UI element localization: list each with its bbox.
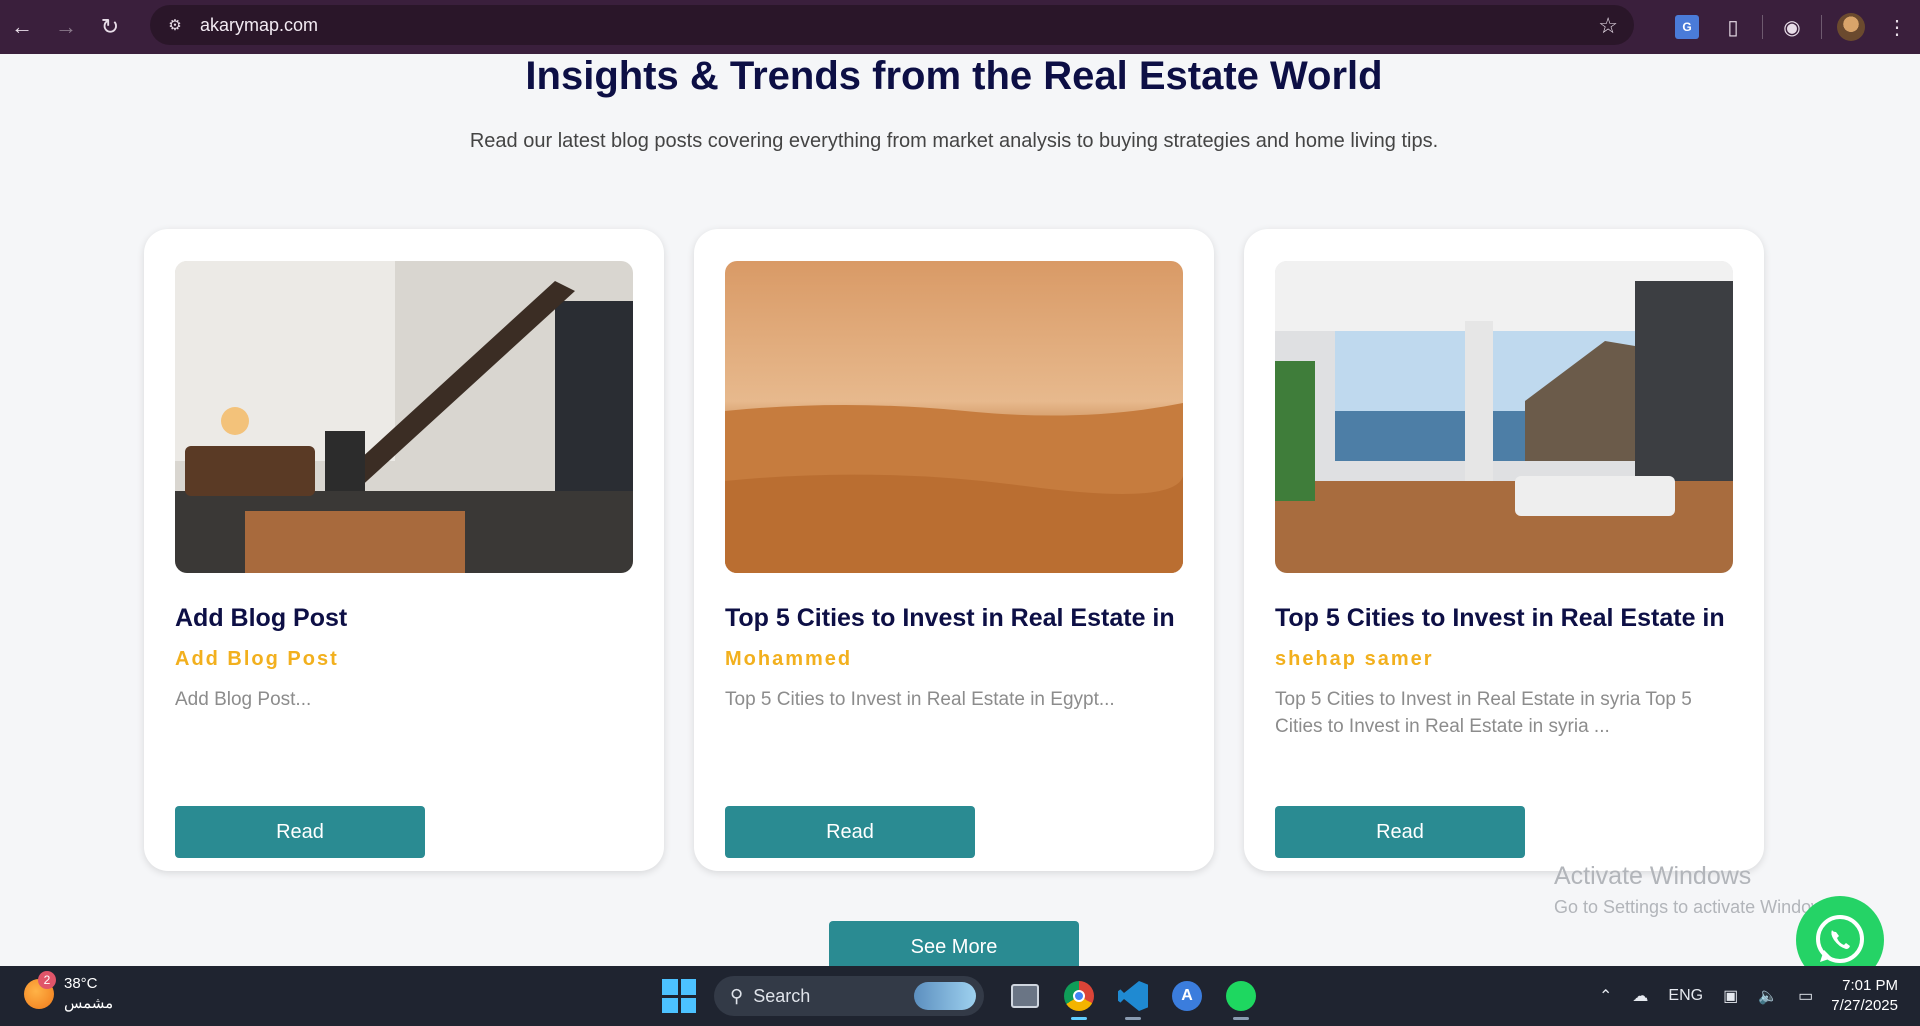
search-icon: ⚲ bbox=[730, 985, 744, 1006]
android-studio-icon: A bbox=[1172, 981, 1202, 1011]
task-view-icon bbox=[1011, 984, 1039, 1008]
sun-icon: 2 bbox=[24, 971, 56, 1009]
blog-card-image[interactable] bbox=[725, 261, 1183, 573]
back-button[interactable]: ← bbox=[0, 5, 44, 49]
page-title: Insights & Trends from the Real Estate W… bbox=[525, 54, 1383, 98]
url-text[interactable]: akarymap.com bbox=[200, 15, 318, 36]
chrome-taskbar-button[interactable] bbox=[1052, 972, 1106, 1020]
translate-extension-button[interactable]: G bbox=[1664, 4, 1710, 50]
whatsapp-icon bbox=[1816, 915, 1864, 963]
spotify-icon bbox=[1226, 981, 1256, 1011]
onedrive-cloud-icon[interactable]: ☁ bbox=[1622, 986, 1658, 1006]
blog-card-image[interactable] bbox=[175, 261, 633, 573]
weather-widget[interactable]: 2 38°C مشمس bbox=[24, 971, 114, 1014]
extensions-area: G ▯ ◉ ⋮ bbox=[1664, 0, 1920, 54]
start-button[interactable] bbox=[662, 979, 696, 1013]
system-tray: ⌃ ☁ ENG ▣ 🔈 ▭ 7:01 PM 7/27/2025 bbox=[1589, 966, 1920, 1026]
taskbar-search[interactable]: ⚲ Search bbox=[714, 976, 984, 1016]
blog-card-author: Add Blog Post bbox=[175, 648, 339, 670]
notification-badge: 2 bbox=[38, 971, 56, 989]
sea-view-bedroom-image bbox=[1275, 261, 1733, 573]
clock[interactable]: 7:01 PM 7/27/2025 bbox=[1823, 976, 1920, 1016]
language-indicator[interactable]: ENG bbox=[1658, 987, 1713, 1005]
volume-icon[interactable]: 🔈 bbox=[1748, 986, 1788, 1006]
spotify-taskbar-button[interactable] bbox=[1214, 972, 1268, 1020]
blog-card-author: Mohammed bbox=[725, 648, 853, 670]
read-button[interactable]: Read bbox=[725, 806, 975, 858]
task-view-button[interactable] bbox=[998, 972, 1052, 1020]
blog-card-excerpt: Add Blog Post... bbox=[175, 689, 312, 710]
blog-card: Add Blog Post Add Blog Post Add Blog Pos… bbox=[144, 229, 664, 871]
translate-icon: G bbox=[1675, 15, 1699, 39]
toolbar-divider bbox=[1762, 15, 1763, 39]
temperature-text: 38°C bbox=[64, 975, 98, 992]
screenshot-camera-icon[interactable]: ◉ bbox=[1769, 4, 1815, 50]
search-label: Search bbox=[753, 985, 811, 1006]
toolbar-divider bbox=[1821, 15, 1822, 39]
show-hidden-icons-chevron-icon[interactable]: ⌃ bbox=[1589, 986, 1622, 1006]
stairs-living-room-image bbox=[175, 261, 633, 573]
site-settings-icon[interactable]: ⚙ bbox=[164, 14, 186, 36]
extensions-puzzle-icon[interactable]: ▯ bbox=[1710, 4, 1756, 50]
clock-date: 7/27/2025 bbox=[1831, 997, 1898, 1014]
bookmark-star-icon[interactable]: ☆ bbox=[1598, 13, 1618, 39]
blog-card: Top 5 Cities to Invest in Real Estate in… bbox=[694, 229, 1214, 871]
watermark-subtitle: Go to Settings to activate Windows. bbox=[1554, 897, 1839, 917]
read-button[interactable]: Read bbox=[175, 806, 425, 858]
address-bar[interactable]: ⚙ akarymap.com ☆ bbox=[150, 5, 1634, 45]
blog-card-title[interactable]: Add Blog Post bbox=[175, 604, 645, 633]
blog-card-excerpt: Top 5 Cities to Invest in Real Estate in… bbox=[725, 689, 1115, 710]
browser-menu-icon[interactable]: ⋮ bbox=[1874, 4, 1920, 50]
forward-button[interactable]: → bbox=[44, 5, 88, 49]
taskbar-apps: ⚲ Search A bbox=[662, 972, 1268, 1020]
blog-card-title[interactable]: Top 5 Cities to Invest in Real Estate in bbox=[1275, 604, 1745, 633]
blog-card-title[interactable]: Top 5 Cities to Invest in Real Estate in bbox=[725, 604, 1195, 633]
desert-landscape-image bbox=[725, 261, 1183, 573]
blog-card: Top 5 Cities to Invest in Real Estate in… bbox=[1244, 229, 1764, 871]
activate-windows-watermark: Activate Windows Go to Settings to activ… bbox=[1554, 862, 1838, 918]
android-studio-taskbar-button[interactable]: A bbox=[1160, 972, 1214, 1020]
network-icon[interactable]: ▣ bbox=[1713, 986, 1748, 1006]
clock-time: 7:01 PM bbox=[1842, 977, 1898, 994]
blog-card-image[interactable] bbox=[1275, 261, 1733, 573]
windows-taskbar: 2 38°C مشمس ⚲ Search A ⌃ ☁ ENG ▣ 🔈 ▭ 7:0… bbox=[0, 966, 1920, 1026]
blog-card-excerpt: Top 5 Cities to Invest in Real Estate in… bbox=[1275, 689, 1692, 737]
chrome-icon bbox=[1064, 981, 1094, 1011]
watermark-title: Activate Windows bbox=[1554, 862, 1752, 890]
avatar bbox=[1837, 13, 1865, 41]
battery-icon[interactable]: ▭ bbox=[1788, 986, 1823, 1006]
search-highlight-image bbox=[914, 982, 976, 1010]
browser-toolbar: ← → ↻ ⚙ akarymap.com ☆ G ▯ ◉ ⋮ bbox=[0, 0, 1920, 54]
blog-card-author: shehap samer bbox=[1275, 648, 1434, 670]
weather-condition-text: مشمس bbox=[64, 995, 114, 1012]
page-content: Insights & Trends from the Real Estate W… bbox=[0, 54, 1920, 966]
see-more-button[interactable]: See More bbox=[829, 921, 1079, 966]
profile-button[interactable] bbox=[1828, 4, 1874, 50]
vscode-taskbar-button[interactable] bbox=[1106, 972, 1160, 1020]
read-button[interactable]: Read bbox=[1275, 806, 1525, 858]
page-subtitle: Read our latest blog posts covering ever… bbox=[469, 130, 1439, 152]
vscode-icon bbox=[1118, 981, 1148, 1011]
reload-button[interactable]: ↻ bbox=[88, 5, 132, 49]
